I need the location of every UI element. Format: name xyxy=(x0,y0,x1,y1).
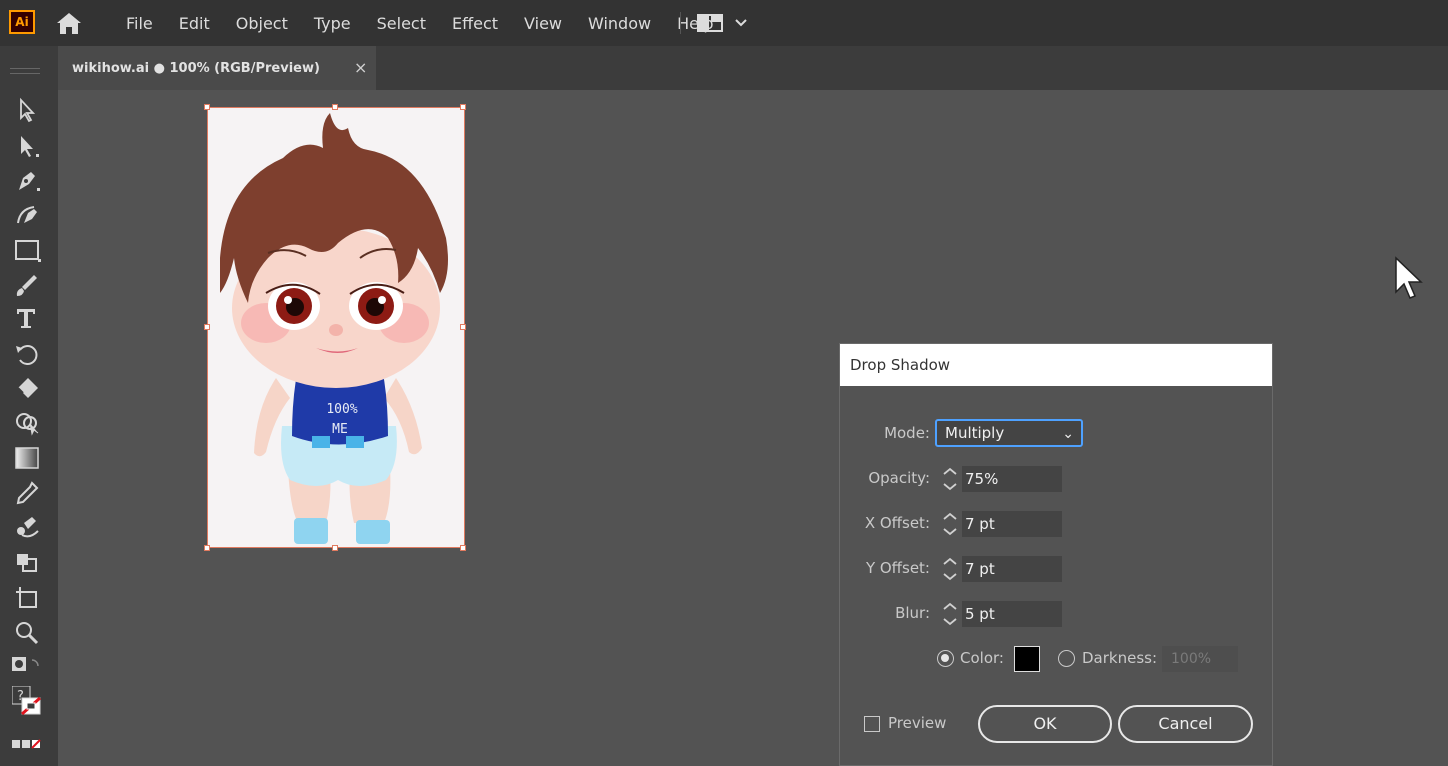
swap-fill-stroke-icon[interactable] xyxy=(12,654,42,682)
bounding-box-handle[interactable] xyxy=(204,104,210,110)
blur-input[interactable]: 5 pt xyxy=(962,601,1062,627)
eyedropper-tool-icon[interactable] xyxy=(12,479,42,507)
menu-select[interactable]: Select xyxy=(364,14,439,33)
live-paint-tool-icon[interactable] xyxy=(12,548,42,576)
shirt-text-line2: ME xyxy=(332,422,348,437)
close-tab-icon[interactable]: × xyxy=(354,58,367,77)
bounding-box-handle[interactable] xyxy=(332,545,338,551)
bounding-box-handle[interactable] xyxy=(204,545,210,551)
color-radio[interactable] xyxy=(937,650,954,667)
darkness-input[interactable]: 100% xyxy=(1162,646,1238,672)
x-offset-label: X Offset: xyxy=(864,514,930,532)
x-offset-input[interactable]: 7 pt xyxy=(962,511,1062,537)
mode-select[interactable]: Multiply ⌄ xyxy=(935,419,1083,447)
preview-label: Preview xyxy=(888,714,947,732)
fill-stroke-icon[interactable]: ? xyxy=(11,685,42,716)
rotate-tool-icon[interactable] xyxy=(12,340,42,368)
main-menu: File Edit Object Type Select Effect View… xyxy=(113,0,727,46)
curvature-tool-icon[interactable] xyxy=(12,201,42,229)
x-offset-stepper-icon[interactable] xyxy=(938,510,962,538)
blur-stepper-icon[interactable] xyxy=(938,600,962,628)
artboard-tool-icon[interactable] xyxy=(12,583,42,611)
menu-edit[interactable]: Edit xyxy=(166,14,223,33)
color-label: Color: xyxy=(960,649,1004,667)
menu-type[interactable]: Type xyxy=(301,14,364,33)
menu-view[interactable]: View xyxy=(511,14,575,33)
bounding-box-handle[interactable] xyxy=(460,104,466,110)
eraser-tool-icon[interactable] xyxy=(12,374,42,402)
document-tab-title: wikihow.ai ● 100% (RGB/Preview) xyxy=(72,60,320,76)
direct-selection-tool-icon[interactable] xyxy=(12,132,42,160)
preview-checkbox[interactable] xyxy=(864,716,880,732)
tools-panel: ? xyxy=(0,46,58,766)
shape-builder-tool-icon[interactable] xyxy=(12,409,42,437)
rectangle-tool-icon[interactable] xyxy=(12,236,42,264)
blur-label: Blur: xyxy=(895,604,930,622)
paintbrush-tool-icon[interactable] xyxy=(12,271,42,299)
darkness-radio[interactable] xyxy=(1058,650,1075,667)
bounding-box-handle[interactable] xyxy=(460,545,466,551)
workspace-switcher[interactable] xyxy=(696,12,756,34)
bounding-box-handle[interactable] xyxy=(332,104,338,110)
menu-file[interactable]: File xyxy=(113,14,166,33)
drawing-modes-icon[interactable] xyxy=(12,736,42,752)
layout-icon xyxy=(697,14,747,32)
menu-effect[interactable]: Effect xyxy=(439,14,511,33)
y-offset-label: Y Offset: xyxy=(865,559,930,577)
pen-tool-icon[interactable] xyxy=(12,166,42,194)
blend-tool-icon[interactable] xyxy=(12,513,42,541)
opacity-stepper-icon[interactable] xyxy=(938,465,962,493)
home-icon[interactable] xyxy=(53,10,85,36)
shadow-color-swatch[interactable] xyxy=(1014,646,1040,672)
document-tab[interactable]: wikihow.ai ● 100% (RGB/Preview) × xyxy=(58,46,376,90)
artboard[interactable]: 100% ME xyxy=(207,107,465,548)
type-tool-icon[interactable] xyxy=(12,304,42,332)
ok-button[interactable]: OK xyxy=(978,705,1112,743)
menu-window[interactable]: Window xyxy=(575,14,664,33)
opacity-input[interactable]: 75% xyxy=(962,466,1062,492)
zoom-tool-icon[interactable] xyxy=(12,618,42,646)
mouse-cursor-icon xyxy=(1393,256,1427,302)
shirt-text-line1: 100% xyxy=(326,402,357,417)
cancel-button[interactable]: Cancel xyxy=(1118,705,1253,743)
document-tab-bar: wikihow.ai ● 100% (RGB/Preview) × xyxy=(58,46,1448,90)
illustrator-logo: Ai xyxy=(9,10,35,34)
chevron-down-icon: ⌄ xyxy=(1062,426,1074,442)
panel-grip[interactable] xyxy=(10,68,40,74)
cartoon-baby-illustration[interactable]: 100% ME xyxy=(208,108,464,547)
bounding-box-handle[interactable] xyxy=(460,324,466,330)
dialog-title: Drop Shadow xyxy=(840,344,1272,386)
drop-shadow-dialog: Drop Shadow Mode: Multiply ⌄ Opacity: 75… xyxy=(839,343,1273,766)
selection-tool-icon[interactable] xyxy=(12,96,42,124)
darkness-label: Darkness: xyxy=(1082,649,1158,667)
menu-bar: Ai File Edit Object Type Select Effect V… xyxy=(0,0,1448,46)
y-offset-stepper-icon[interactable] xyxy=(938,555,962,583)
mode-value: Multiply xyxy=(945,424,1005,442)
bounding-box-handle[interactable] xyxy=(204,324,210,330)
mode-label: Mode: xyxy=(884,424,930,442)
menu-object[interactable]: Object xyxy=(223,14,301,33)
opacity-label: Opacity: xyxy=(868,469,930,487)
y-offset-input[interactable]: 7 pt xyxy=(962,556,1062,582)
gradient-tool-icon[interactable] xyxy=(12,444,42,472)
menu-divider xyxy=(680,12,681,34)
